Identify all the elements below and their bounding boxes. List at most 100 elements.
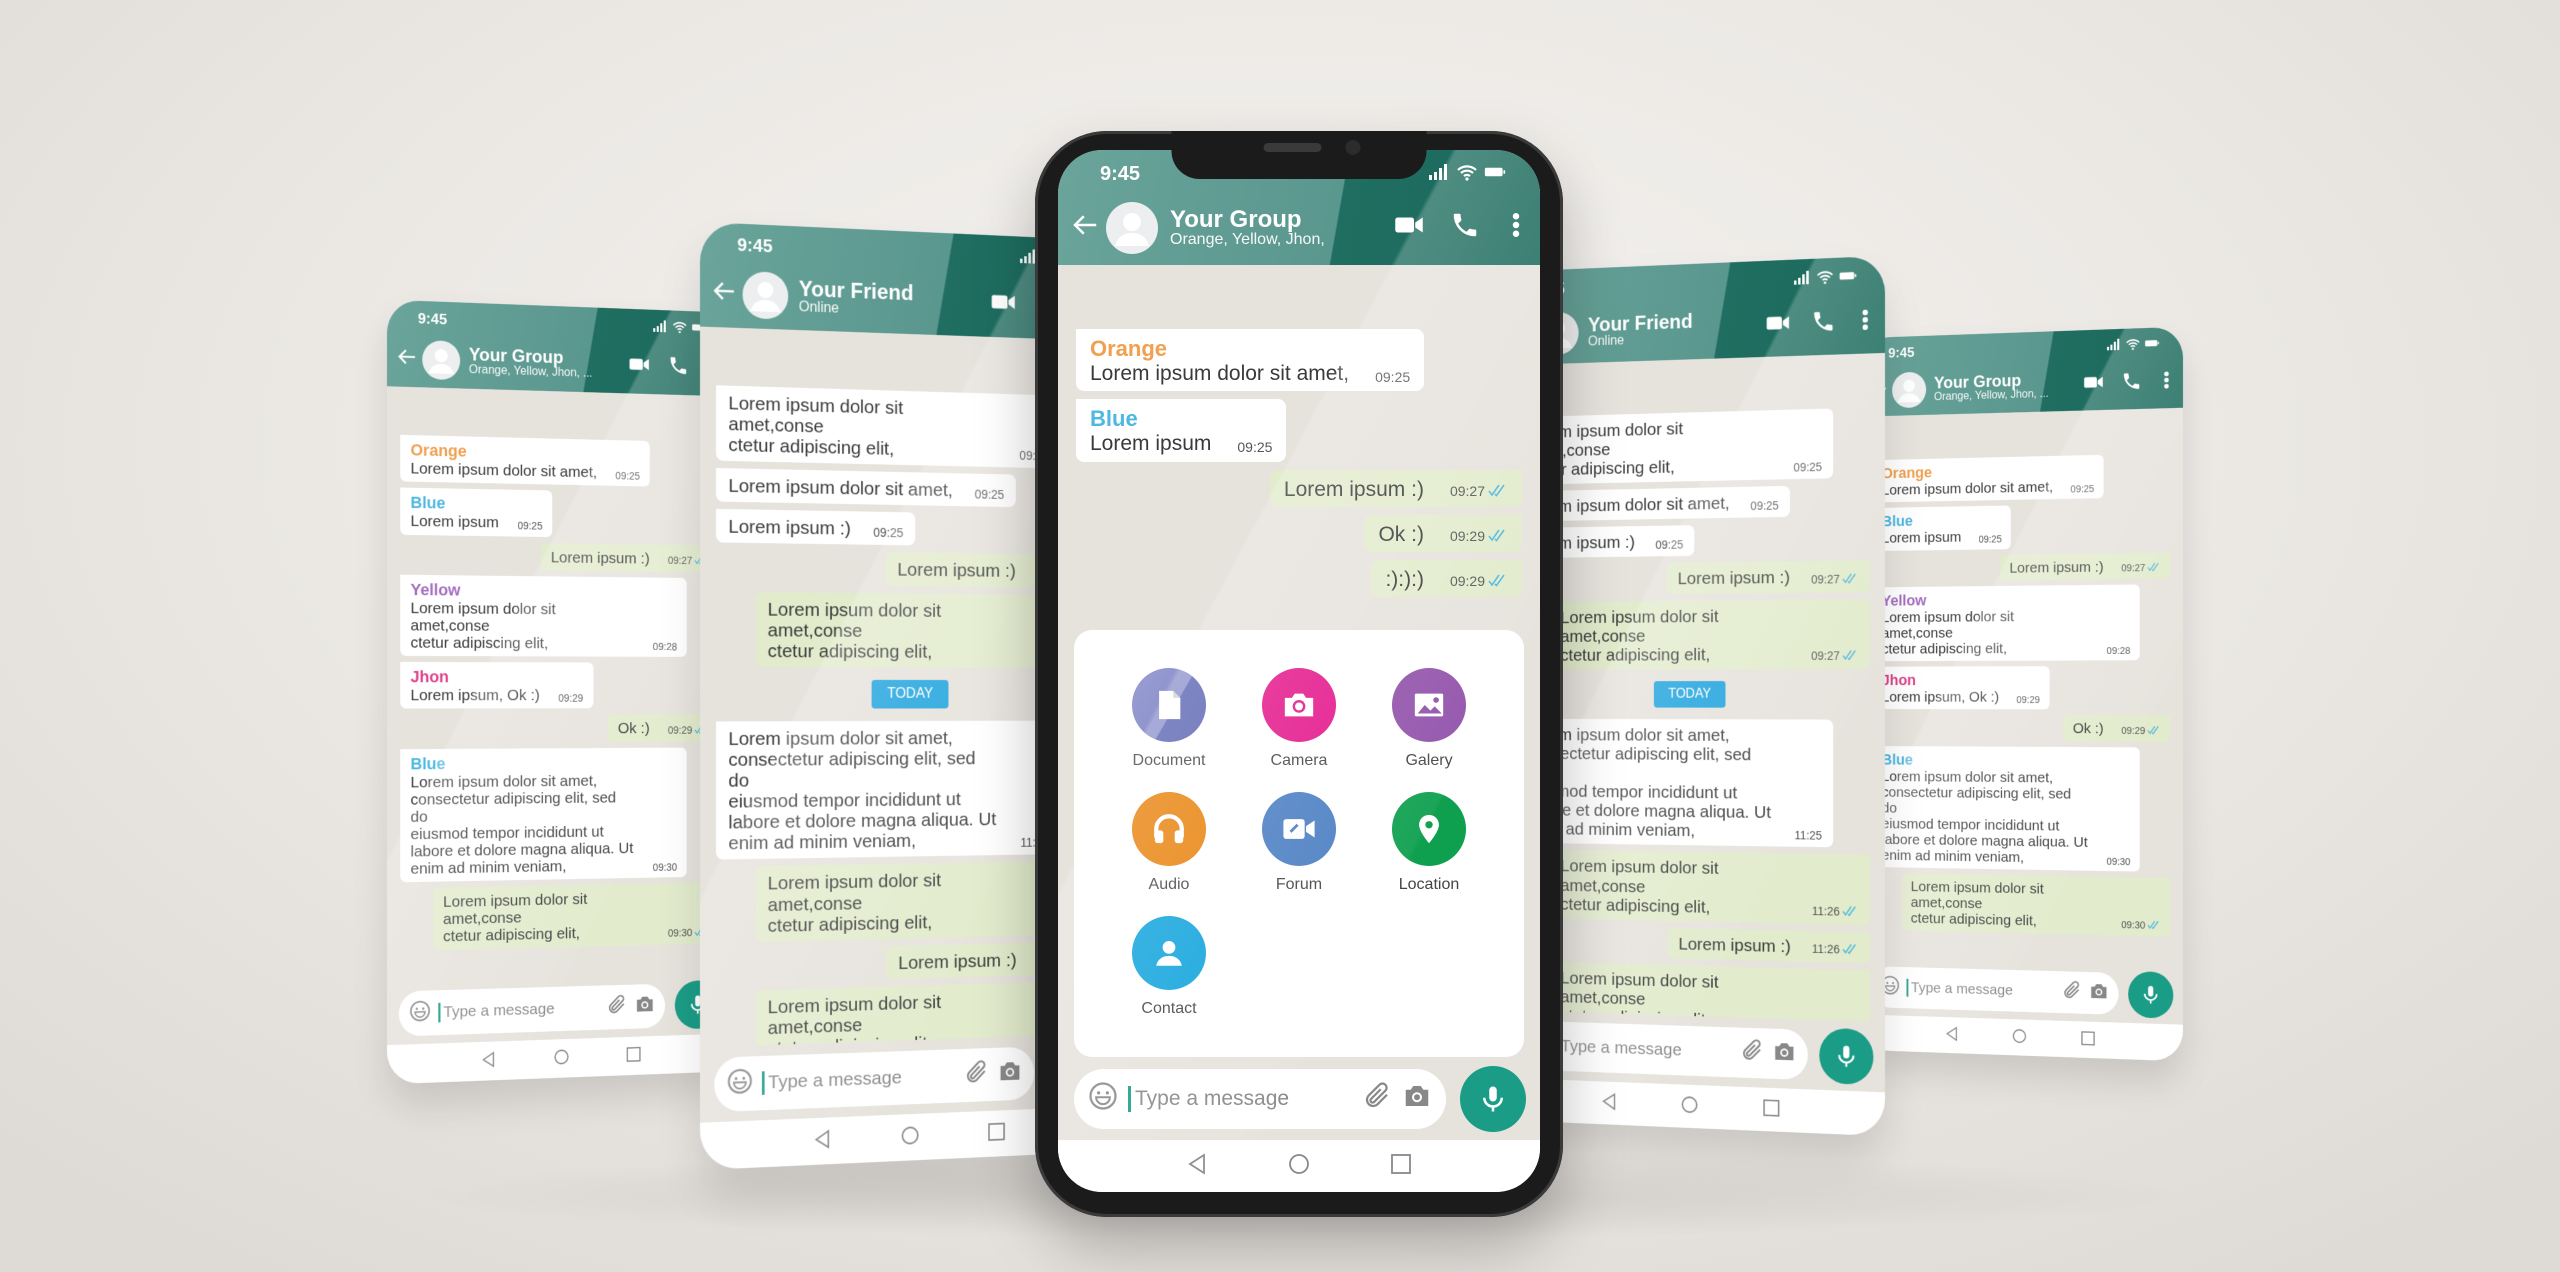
phone-frame-center: 9:45 Your Group Orange, Yellow, Jhon, Orang… — [1035, 131, 1563, 1217]
message-text: Lorem ipsum dolor sit amet,conse ctetur … — [728, 392, 904, 460]
nav-back-icon[interactable] — [480, 1050, 497, 1072]
sent-message: Ok :) 09:29 — [2063, 715, 2171, 742]
video-call-icon[interactable] — [629, 353, 650, 379]
status-time: 9:45 — [737, 234, 773, 257]
avatar[interactable] — [1106, 201, 1158, 254]
chat-title-block[interactable]: Your Group Orange, Yellow, Jhon, ... — [1934, 370, 2079, 403]
read-ticks-icon — [1842, 943, 1858, 958]
message-timestamp: 09:25 — [2070, 482, 2095, 495]
nav-back-icon[interactable] — [812, 1128, 833, 1155]
nav-home-icon[interactable] — [553, 1047, 570, 1069]
back-arrow-icon[interactable] — [396, 345, 418, 372]
message-row: Lorem ipsum dolor sit amet,conse ctetur … — [443, 888, 708, 945]
camera-icon[interactable] — [634, 993, 655, 1019]
attach-paperclip-icon[interactable] — [2062, 980, 2082, 1005]
message-placeholder[interactable]: Type a message — [1555, 1035, 1732, 1063]
nav-recents-icon[interactable] — [1389, 1152, 1413, 1181]
voice-call-icon[interactable] — [1811, 308, 1836, 338]
voice-record-button[interactable] — [2128, 970, 2174, 1019]
back-arrow-icon[interactable] — [1070, 210, 1100, 245]
voice-call-icon[interactable] — [2121, 370, 2141, 395]
attach-forum-button[interactable]: Forum — [1234, 792, 1364, 894]
sent-message: Lorem ipsum dolor sit amet,conse ctetur … — [1549, 850, 1871, 926]
attach-contact-button[interactable]: Contact — [1104, 916, 1234, 1018]
emoji-icon[interactable] — [727, 1067, 753, 1100]
message-timestamp: 09:25 — [873, 525, 904, 540]
video-call-icon[interactable] — [1394, 210, 1424, 245]
message-time: 09:29 — [558, 692, 584, 704]
camera-icon — [1262, 668, 1336, 742]
attach-location-button[interactable]: Location — [1364, 792, 1494, 894]
nav-recents-icon[interactable] — [625, 1045, 642, 1067]
date-separator-badge: TODAY — [1654, 680, 1726, 708]
voice-record-button[interactable] — [1460, 1065, 1526, 1132]
camera-icon[interactable] — [1772, 1039, 1796, 1069]
attach-paperclip-icon[interactable] — [1740, 1038, 1764, 1068]
message-input[interactable]: Type a message — [1074, 1068, 1446, 1129]
video-call-icon[interactable] — [991, 288, 1016, 320]
attach-galery-button[interactable]: Galery — [1364, 668, 1494, 770]
sent-message: Lorem ipsum dolor sit amet,conse ctetur … — [1901, 873, 2171, 937]
message-list[interactable]: Orange Lorem ipsum dolor sit amet, 09:25 Bl… — [1058, 265, 1540, 630]
emoji-icon[interactable] — [409, 999, 431, 1026]
message-placeholder[interactable]: Type a message — [438, 997, 600, 1023]
message-text: Lorem ipsum :) — [1678, 934, 1791, 957]
nav-back-icon[interactable] — [1944, 1025, 1960, 1046]
message-input[interactable]: Type a message — [714, 1046, 1035, 1112]
emoji-icon[interactable] — [1088, 1081, 1118, 1116]
message-text: Ok :) — [617, 720, 650, 738]
nav-recents-icon[interactable] — [986, 1120, 1006, 1147]
voice-call-icon[interactable] — [1450, 210, 1480, 245]
message-time: 09:28 — [2107, 645, 2131, 656]
nav-back-icon[interactable] — [1600, 1091, 1619, 1116]
nav-back-icon[interactable] — [1185, 1152, 1209, 1181]
message-placeholder[interactable]: Type a message — [1128, 1085, 1352, 1112]
message-placeholder[interactable]: Type a message — [1906, 978, 2055, 1001]
chat-title-block[interactable]: Your Group Orange, Yellow, Jhon, ... — [469, 344, 625, 381]
avatar[interactable] — [1892, 371, 1927, 408]
nav-home-icon[interactable] — [1287, 1152, 1311, 1181]
voice-call-icon[interactable] — [668, 354, 689, 380]
battery-icon — [1484, 163, 1506, 186]
nav-home-icon[interactable] — [2011, 1027, 2027, 1048]
video-call-icon[interactable] — [2083, 371, 2103, 396]
more-options-icon[interactable] — [2160, 369, 2174, 394]
wifi-icon — [1816, 268, 1834, 288]
nav-home-icon[interactable] — [1680, 1094, 1699, 1119]
camera-icon[interactable] — [997, 1057, 1022, 1089]
attach-camera-button[interactable]: Camera — [1234, 668, 1364, 770]
message-list[interactable]: Orange Lorem ipsum dolor sit amet, 09:25 Bl… — [387, 386, 730, 982]
camera-icon[interactable] — [1402, 1081, 1432, 1116]
nav-recents-icon[interactable] — [2080, 1029, 2096, 1050]
message-placeholder[interactable]: Type a message — [761, 1063, 956, 1095]
chat-title-block[interactable]: Your Friend Online — [799, 276, 986, 322]
attach-paperclip-icon[interactable] — [606, 994, 627, 1020]
speaker-grille — [1263, 143, 1322, 152]
voice-record-button[interactable] — [1819, 1027, 1874, 1085]
attach-audio-button[interactable]: Audio — [1104, 792, 1234, 894]
chat-title-block[interactable]: Your Group Orange, Yellow, Jhon, — [1170, 206, 1388, 249]
message-timestamp: 09:29 — [558, 692, 584, 704]
message-input[interactable]: Type a message — [398, 983, 666, 1037]
more-options-icon[interactable] — [1506, 210, 1526, 245]
message-list[interactable]: Orange Lorem ipsum dolor sit amet, 09:25 Bl… — [1861, 408, 2183, 966]
avatar[interactable] — [422, 339, 461, 380]
camera-icon[interactable] — [2089, 980, 2109, 1005]
nav-home-icon[interactable] — [900, 1124, 921, 1151]
chat-title-block[interactable]: Your Friend Online — [1588, 308, 1761, 349]
attach-paperclip-icon[interactable] — [964, 1059, 989, 1091]
sent-message: Lorem ipsum :) 09:27 — [540, 542, 718, 573]
attach-document-button[interactable]: Document — [1104, 668, 1234, 770]
back-arrow-icon[interactable] — [711, 277, 738, 310]
battery-icon — [1839, 267, 1857, 287]
video-call-icon[interactable] — [1766, 310, 1790, 340]
document-icon — [1132, 668, 1206, 742]
message-text: Lorem ipsum dolor sit amet, — [728, 475, 953, 501]
nav-recents-icon[interactable] — [1762, 1097, 1781, 1122]
attach-label: Audio — [1148, 876, 1190, 893]
avatar[interactable] — [742, 270, 789, 320]
attach-paperclip-icon[interactable] — [1362, 1081, 1392, 1116]
message-input[interactable]: Type a message — [1871, 965, 2119, 1015]
more-options-icon[interactable] — [1857, 307, 1873, 337]
message-timestamp: 09:25 — [517, 519, 543, 532]
